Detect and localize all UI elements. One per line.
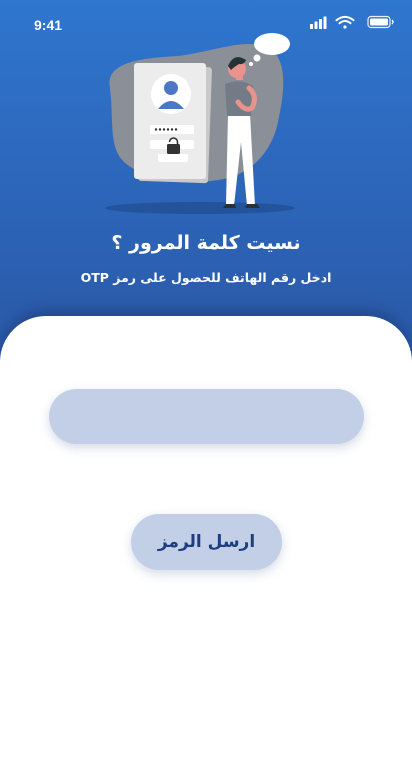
page-title: نسيت كلمة المرور ؟ xyxy=(111,232,301,254)
signal-icon xyxy=(310,16,327,29)
forgot-password-illustration xyxy=(105,33,295,214)
illustration-shadow xyxy=(105,202,295,214)
forgot-password-screen: 9:41 نسيت كلمة المرور ؟ ادخل رقم الهاتف … xyxy=(0,0,412,778)
phone-number-input[interactable] xyxy=(49,389,364,444)
wifi-icon xyxy=(335,15,355,29)
page-subtitle: ادخل رقم الهاتف للحصول على رمز OTP xyxy=(80,270,332,285)
send-code-button[interactable]: ارسل الرمز xyxy=(131,514,282,570)
battery-icon xyxy=(367,15,394,29)
login-card-icon xyxy=(134,63,212,184)
status-time: 9:41 xyxy=(34,17,63,33)
status-icons xyxy=(310,15,394,29)
